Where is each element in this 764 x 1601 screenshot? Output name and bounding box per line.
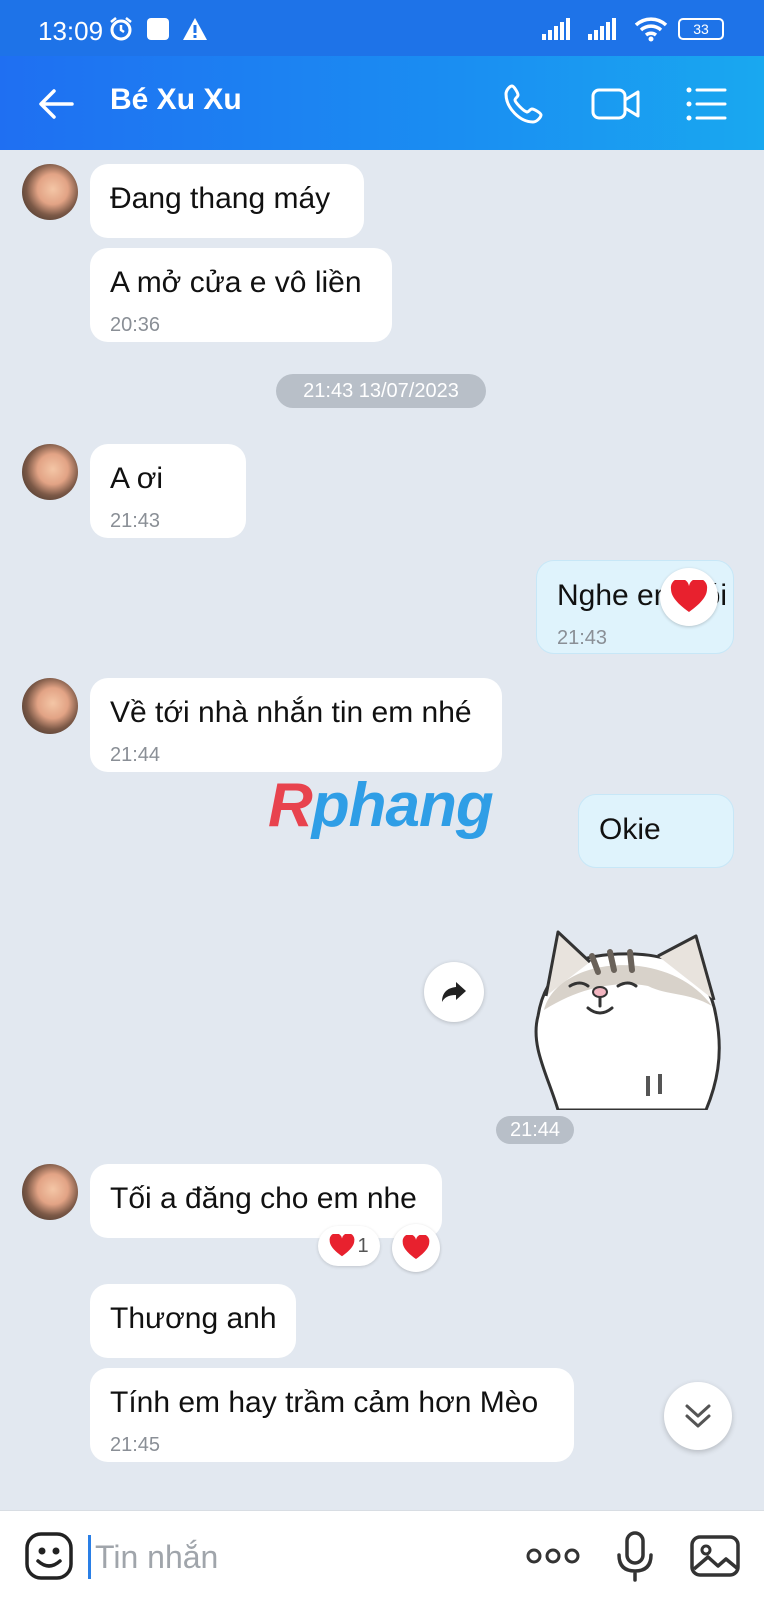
contact-name[interactable]: Bé Xu Xu [110,83,242,117]
contact-avatar[interactable] [22,1164,78,1220]
message-received[interactable]: Về tới nhà nhắn tin em nhé 21:44 [90,678,502,772]
message-text: A mở cửa e vô liền [110,266,362,299]
notification-square-icon [147,18,169,40]
message-input-bar [0,1510,764,1601]
emoji-sticker-icon[interactable] [22,1529,76,1583]
date-separator: 21:43 13/07/2023 [276,374,486,408]
battery-level: 33 [693,21,709,37]
contact-avatar[interactable] [22,444,78,500]
watermark-rest: phang [311,771,494,840]
scroll-to-bottom-button[interactable] [664,1382,732,1450]
message-time: 20:36 [110,314,161,336]
watermark-first: R [268,771,313,840]
phone-call-icon[interactable] [500,80,548,128]
message-text: A ơi [110,462,164,495]
contact-avatar[interactable] [22,164,78,220]
battery-icon: 33 [678,18,724,40]
signal-icon [542,18,570,40]
image-gallery-icon[interactable] [688,1529,742,1583]
warning-icon [183,18,207,40]
forward-arrow-icon [442,982,466,1002]
heart-reaction[interactable] [660,568,718,626]
chat-header: Bé Xu Xu [0,56,764,150]
microphone-icon[interactable] [608,1529,662,1583]
message-received[interactable]: Tính em hay trầm cảm hơn Mèo 21:45 [90,1368,574,1462]
back-arrow-icon[interactable] [34,82,78,126]
message-input[interactable] [88,1535,497,1579]
message-time: 21:43 [110,510,161,532]
message-text: Tối a đăng cho em nhe [110,1182,417,1215]
signal-icon-2 [588,18,616,40]
message-text: Thương anh [110,1302,277,1335]
video-call-icon[interactable] [590,80,642,128]
message-text: Tính em hay trầm cảm hơn Mèo [110,1386,539,1419]
forward-button[interactable] [424,962,484,1022]
menu-list-icon[interactable] [682,80,730,128]
double-chevron-down-icon [685,1404,711,1428]
message-time: 21:43 [557,627,608,649]
chat-messages[interactable]: Đang thang máy A mở cửa e vô liền 20:36 … [0,150,764,1510]
message-received[interactable]: Thương anh [90,1284,296,1358]
message-received[interactable]: A ơi 21:43 [90,444,246,538]
heart-icon [670,580,708,612]
heart-icon [402,1235,430,1260]
watermark-logo: Rphang [268,770,494,841]
sticker-time: 21:44 [496,1116,574,1144]
status-icons-left [108,16,208,42]
cat-sticker[interactable] [518,926,728,1110]
message-time: 21:44 [110,744,161,766]
message-text: Okie [599,813,661,846]
wifi-icon [634,17,668,42]
heart-icon [330,1234,355,1257]
message-received[interactable]: A mở cửa e vô liền 20:36 [90,248,392,342]
status-time: 13:09 [38,16,104,46]
message-sent[interactable]: Okie [578,794,734,868]
alarm-icon [110,17,132,41]
reaction-count: 1 [357,1234,369,1257]
message-received[interactable]: Đang thang máy [90,164,364,238]
message-time: 21:45 [110,1434,161,1456]
message-received[interactable]: Tối a đăng cho em nhe [90,1164,442,1238]
reaction-summary[interactable]: 1 [318,1226,380,1266]
more-options-icon[interactable] [524,1529,582,1583]
status-icons-right: 33 [542,16,724,42]
heart-reaction-button[interactable] [392,1224,440,1272]
contact-avatar[interactable] [22,678,78,734]
status-bar: 13:09 33 [0,0,764,56]
message-text: Về tới nhà nhắn tin em nhé [110,696,472,729]
message-text: Đang thang máy [110,182,331,215]
